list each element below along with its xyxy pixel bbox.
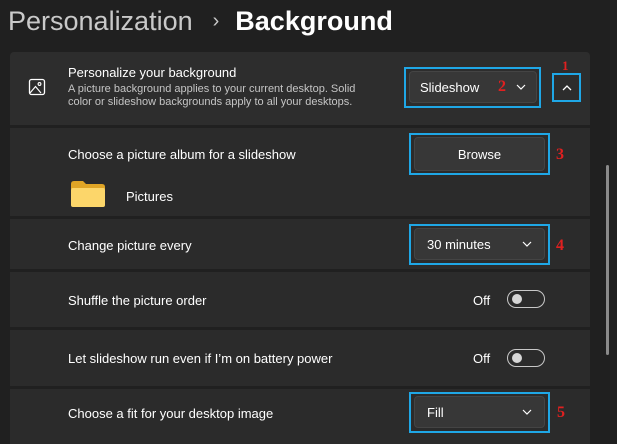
picture-album-row: Choose a picture album for a slideshow B… xyxy=(10,128,590,216)
battery-toggle[interactable] xyxy=(507,349,545,367)
picture-album-label: Choose a picture album for a slideshow xyxy=(68,147,296,162)
annotation-4: 4 xyxy=(556,237,564,254)
breadcrumb: Personalization › Background xyxy=(8,2,393,40)
picture-icon xyxy=(28,78,46,96)
breadcrumb-parent[interactable]: Personalization xyxy=(8,6,193,37)
breadcrumb-separator: › xyxy=(212,9,220,32)
highlight-box-2 xyxy=(404,67,541,108)
change-picture-row: Change picture every 30 minutes 4 xyxy=(10,219,590,269)
battery-state: Off xyxy=(473,351,491,366)
highlight-box-5 xyxy=(409,392,550,433)
annotation-3: 3 xyxy=(556,146,564,163)
toggle-knob xyxy=(512,294,522,304)
shuffle-state: Off xyxy=(473,293,491,308)
highlight-box-4 xyxy=(409,224,550,265)
personalize-desc-line1: A picture background applies to your cur… xyxy=(68,83,356,95)
personalize-desc-line2: color or slideshow backgrounds apply to … xyxy=(68,96,353,108)
expand-collapse-button[interactable] xyxy=(552,73,581,102)
chevron-up-icon xyxy=(562,85,572,91)
change-picture-label: Change picture every xyxy=(68,238,192,253)
battery-row: Let slideshow run even if I’m on battery… xyxy=(10,330,590,386)
annotation-1: 1 xyxy=(562,58,569,73)
album-folder-name[interactable]: Pictures xyxy=(126,189,173,204)
page-title: Background xyxy=(235,5,393,36)
shuffle-label: Shuffle the picture order xyxy=(68,293,207,308)
settings-panel: Personalize your background A picture ba… xyxy=(10,52,590,444)
fit-label: Choose a fit for your desktop image xyxy=(68,406,274,421)
personalize-background-row: Personalize your background A picture ba… xyxy=(10,52,590,125)
folder-icon xyxy=(71,181,105,207)
scrollbar[interactable] xyxy=(606,165,609,355)
shuffle-toggle[interactable] xyxy=(507,290,545,308)
annotation-5: 5 xyxy=(557,404,565,421)
highlight-box-3 xyxy=(409,133,550,175)
shuffle-row: Shuffle the picture order Off xyxy=(10,272,590,327)
personalize-title: Personalize your background xyxy=(68,65,237,80)
fit-row: Choose a fit for your desktop image Fill… xyxy=(10,389,590,444)
toggle-knob xyxy=(512,353,522,363)
annotation-2: 2 xyxy=(498,78,506,95)
battery-label: Let slideshow run even if I’m on battery… xyxy=(68,351,333,366)
